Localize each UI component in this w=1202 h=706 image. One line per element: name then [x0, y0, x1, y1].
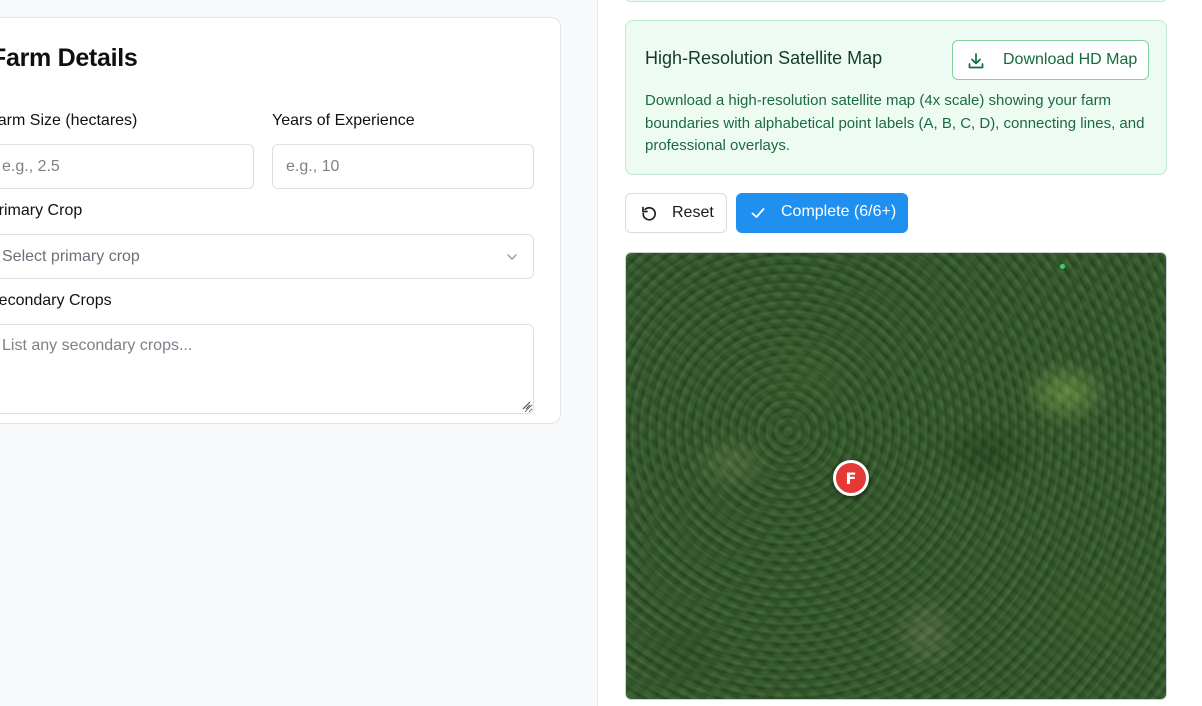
map-column: High-Resolution Satellite Map Download H… [598, 0, 1202, 706]
farm-details-title: Farm Details [0, 44, 138, 72]
complete-button[interactable]: Complete (6/6+) [736, 193, 908, 233]
chevron-down-icon [507, 254, 517, 260]
primary-crop-label: Primary Crop [0, 202, 83, 219]
secondary-crops-textarea[interactable] [0, 324, 534, 414]
check-icon [751, 208, 765, 218]
satellite-map[interactable]: F [625, 252, 1167, 700]
reset-icon [642, 206, 657, 221]
years-experience-input[interactable] [272, 144, 534, 189]
farm-details-card: Farm Details Farm Size (hectares) Years … [0, 17, 561, 424]
map-texture [626, 253, 1166, 699]
reset-label: Reset [672, 204, 714, 221]
primary-crop-value: Select primary crop [2, 247, 140, 265]
primary-crop-select[interactable]: Select primary crop [0, 234, 534, 279]
farm-size-input[interactable] [0, 144, 254, 189]
hd-map-panel: High-Resolution Satellite Map Download H… [625, 20, 1167, 175]
map-point-dot [1060, 264, 1065, 269]
farm-details-column: Farm Details Farm Size (hectares) Years … [0, 0, 597, 706]
hd-map-title: High-Resolution Satellite Map [645, 48, 883, 68]
download-icon [968, 53, 984, 69]
years-experience-label: Years of Experience [272, 112, 415, 129]
farm-size-label: Farm Size (hectares) [0, 112, 138, 129]
hd-map-description: Download a high-resolution satellite map… [645, 92, 1145, 154]
farm-marker[interactable]: F [833, 460, 869, 496]
download-hd-map-label: Download HD Map [1003, 51, 1138, 68]
resize-grip-icon[interactable] [522, 401, 531, 410]
reset-button[interactable]: Reset [625, 193, 727, 233]
secondary-crops-label: Secondary Crops [0, 292, 112, 309]
complete-label: Complete (6/6+) [781, 203, 897, 220]
download-hd-map-button[interactable]: Download HD Map [952, 40, 1149, 80]
previous-panel-edge [625, 0, 1167, 2]
